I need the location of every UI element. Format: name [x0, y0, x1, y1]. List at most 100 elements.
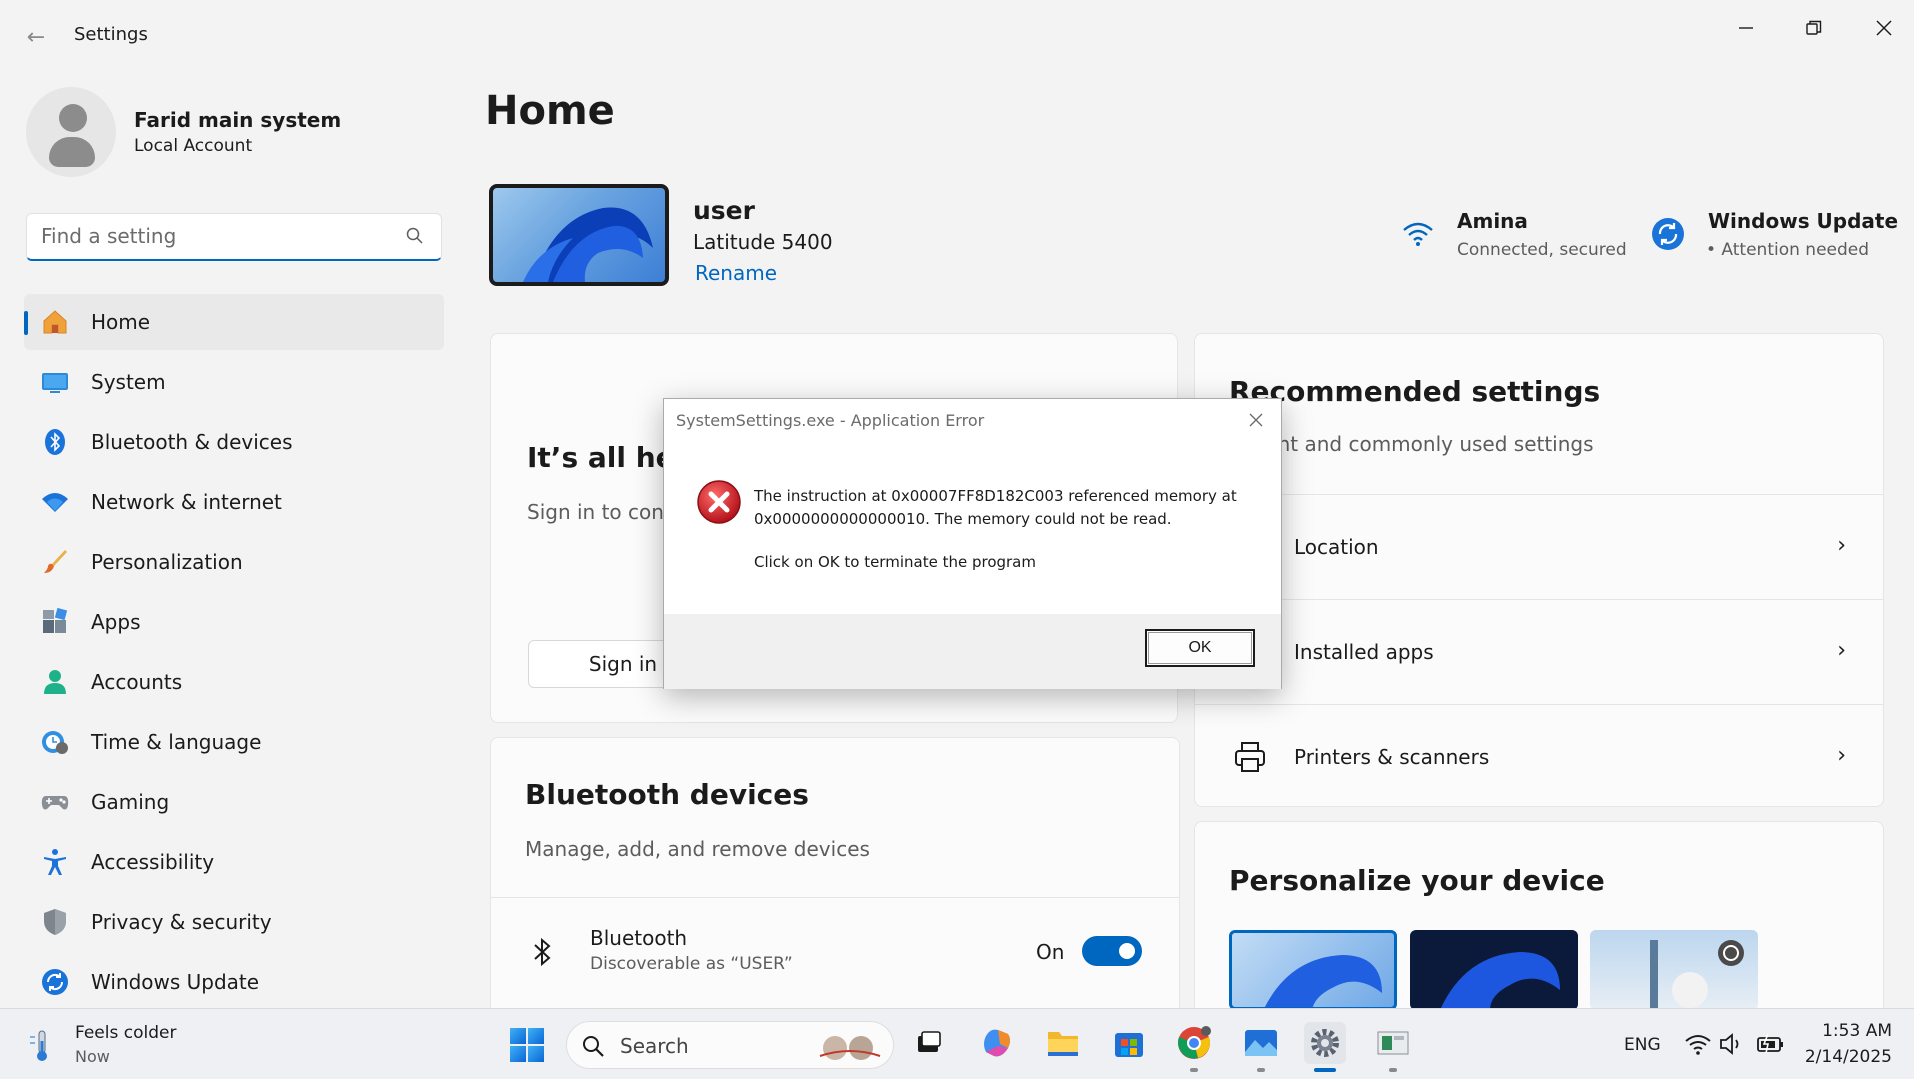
- search-icon: [583, 1036, 604, 1057]
- dialog-title: SystemSettings.exe - Application Error: [676, 411, 985, 430]
- input-language[interactable]: ENG: [1624, 1035, 1661, 1055]
- settings-taskbar-button[interactable]: [1304, 1022, 1346, 1072]
- weather-title[interactable]: Feels colder: [75, 1023, 176, 1043]
- wallpaper-option-3[interactable]: [1590, 930, 1758, 1010]
- sidebar-item-network[interactable]: Network & internet: [24, 474, 444, 530]
- sidebar-item-label: Accounts: [91, 670, 183, 694]
- sidebar-item-label: Privacy & security: [91, 910, 272, 934]
- store-icon: [1115, 1033, 1143, 1057]
- profile-name: Farid main system: [134, 108, 342, 132]
- accounts-icon: [44, 670, 66, 694]
- shield-icon: [44, 909, 66, 935]
- device-model: Latitude 5400: [693, 230, 833, 254]
- sidebar-item-gaming[interactable]: Gaming: [24, 774, 444, 830]
- wallpaper-option-1[interactable]: [1229, 930, 1397, 1010]
- file-explorer-button[interactable]: [1042, 1022, 1084, 1064]
- sidebar-item-system[interactable]: System: [24, 354, 444, 410]
- chevron-right-icon: ›: [1837, 533, 1846, 558]
- thermometer-icon[interactable]: [26, 1029, 58, 1063]
- chevron-right-icon: ›: [1837, 743, 1846, 768]
- recommended-item-label: Installed apps: [1294, 640, 1434, 664]
- bluetooth-row-subtitle: Discoverable as “USER”: [590, 954, 793, 974]
- sidebar-item-label: Bluetooth & devices: [91, 430, 293, 454]
- close-icon: [1249, 413, 1263, 427]
- running-indicator: [1190, 1068, 1198, 1072]
- recommended-item-label: Location: [1294, 535, 1379, 559]
- page-title: Home: [485, 88, 615, 134]
- sidebar-item-label: Time & language: [91, 730, 262, 754]
- rename-link[interactable]: Rename: [695, 261, 777, 285]
- bluetooth-toggle[interactable]: [1082, 936, 1142, 966]
- app-icon: [1377, 1031, 1409, 1055]
- task-view-button[interactable]: [908, 1022, 950, 1064]
- sidebar-item-privacy[interactable]: Privacy & security: [24, 894, 444, 950]
- task-view-icon: [918, 1031, 941, 1052]
- settings-icon: [1311, 1029, 1339, 1057]
- minimize-button[interactable]: [1714, 6, 1778, 50]
- recommended-item-printers[interactable]: Printers & scanners ›: [1194, 704, 1884, 808]
- update-status-title[interactable]: Windows Update: [1708, 209, 1898, 233]
- network-status-title[interactable]: Amina: [1457, 209, 1528, 233]
- dialog-close-button[interactable]: [1241, 405, 1271, 435]
- ok-button[interactable]: OK: [1145, 629, 1255, 667]
- update-icon: [42, 969, 68, 995]
- running-indicator: [1389, 1068, 1397, 1072]
- sidebar-item-windows-update[interactable]: Windows Update: [24, 954, 444, 1010]
- sidebar-item-apps[interactable]: Apps: [24, 594, 444, 650]
- sidebar-item-accounts[interactable]: Accounts: [24, 654, 444, 710]
- recommended-item-location[interactable]: Location ›: [1194, 494, 1884, 598]
- dialog-message-line-1: The instruction at 0x00007FF8D182C003 re…: [754, 487, 1237, 505]
- settings-search[interactable]: [26, 213, 442, 261]
- avatar-head: [59, 104, 87, 132]
- wifi-tray-icon[interactable]: [1684, 1031, 1712, 1057]
- clock-date[interactable]: 2/14/2025: [1805, 1047, 1892, 1067]
- search-input[interactable]: [27, 214, 387, 258]
- bluetooth-row-icon: [534, 937, 551, 967]
- application-error-dialog: SystemSettings.exe - Application Error T…: [663, 398, 1282, 689]
- recommended-title: Recommended settings: [1229, 375, 1601, 408]
- arrow-left-icon: ←: [26, 24, 46, 50]
- bluetooth-row-title: Bluetooth: [590, 926, 688, 950]
- file-explorer-icon: [1048, 1032, 1078, 1056]
- photos-button[interactable]: [1240, 1022, 1282, 1072]
- wifi-icon: [42, 493, 68, 512]
- app-taskbar-button[interactable]: [1372, 1022, 1414, 1072]
- taskbar-search[interactable]: [566, 1021, 894, 1069]
- close-button[interactable]: [1852, 6, 1914, 50]
- sidebar-item-bluetooth[interactable]: Bluetooth & devices: [24, 414, 444, 470]
- weather-subtitle: Now: [75, 1047, 110, 1066]
- wallpaper-option-2[interactable]: [1410, 930, 1578, 1010]
- wallpaper-bloom-light-image: [1265, 955, 1382, 1007]
- restore-button[interactable]: [1782, 6, 1846, 50]
- app-title: Settings: [74, 24, 148, 45]
- chevron-right-icon: ›: [1837, 638, 1846, 663]
- error-icon: [697, 480, 741, 524]
- start-icon[interactable]: [508, 1026, 546, 1064]
- back-button[interactable]: ←: [18, 20, 54, 54]
- volume-icon[interactable]: [1718, 1031, 1746, 1057]
- sidebar-item-personalization[interactable]: Personalization: [24, 534, 444, 590]
- search-highlight-birds-image: [819, 1036, 881, 1060]
- dialog-title-bar[interactable]: SystemSettings.exe - Application Error: [664, 399, 1281, 441]
- recommended-subtitle: Recent and commonly used settings: [1229, 432, 1594, 456]
- sidebar-item-home[interactable]: Home: [24, 294, 444, 350]
- store-button[interactable]: [1108, 1022, 1150, 1064]
- chrome-button[interactable]: [1173, 1022, 1215, 1072]
- sidebar-item-time-language[interactable]: Time & language: [24, 714, 444, 770]
- personalize-title: Personalize your device: [1229, 864, 1605, 897]
- dialog-message: The instruction at 0x00007FF8D182C003 re…: [754, 485, 1254, 531]
- wallpaper-bloom-image: [523, 207, 653, 282]
- clock-time[interactable]: 1:53 AM: [1822, 1021, 1892, 1041]
- dialog-body: The instruction at 0x00007FF8D182C003 re…: [664, 441, 1281, 614]
- close-icon: [1876, 20, 1892, 36]
- battery-icon[interactable]: [1756, 1031, 1784, 1057]
- chrome-icon: [1178, 1026, 1211, 1059]
- recommended-item-installed-apps[interactable]: Installed apps ›: [1194, 599, 1884, 703]
- restore-icon: [1806, 20, 1822, 35]
- avatar[interactable]: [26, 87, 116, 177]
- update-status-subtitle: • Attention needed: [1706, 240, 1870, 260]
- sidebar-item-accessibility[interactable]: Accessibility: [24, 834, 444, 890]
- device-name: user: [693, 196, 755, 225]
- copilot-button[interactable]: [976, 1022, 1018, 1064]
- photos-icon: [1245, 1030, 1277, 1056]
